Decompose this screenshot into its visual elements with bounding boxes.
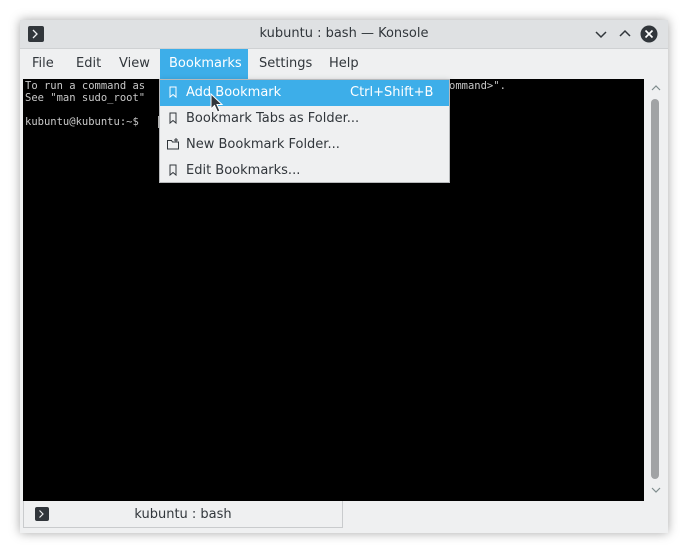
menu-help[interactable]: Help	[320, 49, 368, 79]
close-icon	[640, 25, 658, 43]
menu-item-add-bookmark[interactable]: Add Bookmark Ctrl+Shift+B	[160, 80, 449, 106]
tab-kubuntu-bash[interactable]: kubuntu : bash	[23, 501, 343, 528]
maximize-button[interactable]	[616, 25, 634, 43]
terminal-line-tail: ommand>".	[449, 80, 506, 92]
folder-new-icon	[167, 138, 179, 150]
menu-file[interactable]: File	[23, 49, 63, 79]
title-bar[interactable]: kubuntu : bash — Konsole	[20, 20, 668, 49]
scrollbar-thumb[interactable]	[651, 99, 659, 479]
chevron-up-icon	[619, 29, 631, 37]
menu-item-shortcut: Ctrl+Shift+B	[350, 85, 434, 100]
menu-edit[interactable]: Edit	[67, 49, 110, 79]
tab-bar: kubuntu : bash	[20, 501, 668, 533]
terminal-line: To run a command as	[25, 80, 146, 92]
menu-item-label: New Bookmark Folder...	[186, 137, 340, 152]
minimize-button[interactable]	[592, 25, 610, 43]
chevron-down-icon	[595, 31, 607, 39]
menu-item-edit-bookmarks[interactable]: Edit Bookmarks...	[160, 158, 449, 184]
close-button[interactable]	[640, 25, 658, 43]
bookmark-icon	[169, 164, 177, 177]
tab-label: kubuntu : bash	[134, 507, 232, 522]
scroll-up-arrow-icon[interactable]	[650, 83, 662, 93]
bookmark-icon	[169, 112, 177, 125]
terminal-prompt: kubuntu@kubuntu:~$	[25, 116, 139, 128]
menu-view[interactable]: View	[110, 49, 159, 79]
menu-bookmarks[interactable]: Bookmarks	[160, 49, 248, 79]
menu-settings[interactable]: Settings	[250, 49, 321, 79]
window-title: kubuntu : bash — Konsole	[259, 26, 429, 41]
mouse-pointer-icon	[210, 93, 224, 113]
bookmark-icon	[169, 86, 177, 99]
menu-item-new-bookmark-folder[interactable]: New Bookmark Folder...	[160, 132, 449, 158]
menu-item-bookmark-tabs-as-folder[interactable]: Bookmark Tabs as Folder...	[160, 106, 449, 132]
konsole-window: kubuntu : bash — Konsole File Edit View …	[20, 20, 668, 533]
menu-bar: File Edit View Bookmarks Settings Help	[20, 49, 668, 79]
menu-item-label: Add Bookmark	[186, 85, 282, 100]
terminal-line: See "man sudo_root"	[25, 92, 146, 104]
menu-item-label: Edit Bookmarks...	[186, 163, 301, 178]
bookmarks-menu: Add Bookmark Ctrl+Shift+B Bookmark Tabs …	[159, 79, 450, 183]
vertical-scrollbar[interactable]	[646, 79, 666, 501]
scroll-down-arrow-icon[interactable]	[650, 485, 662, 495]
